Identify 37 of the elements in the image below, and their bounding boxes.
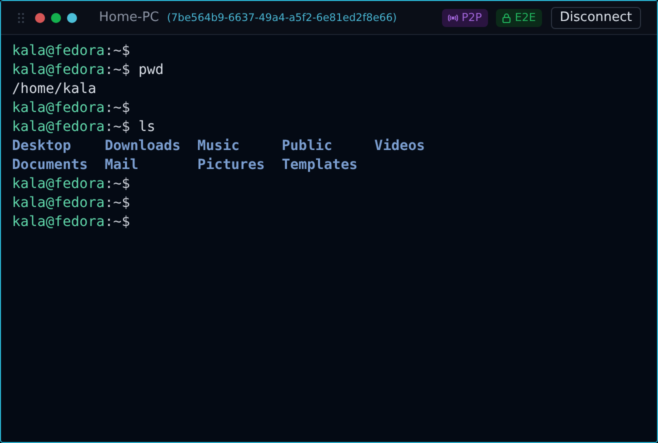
prompt-path: :~$ — [104, 42, 130, 61]
directory-name: Videos — [374, 137, 426, 156]
badge-label: E2E — [514, 11, 536, 24]
prompt-path: :~$ — [104, 118, 130, 137]
prompt-path: :~$ — [104, 194, 130, 213]
directory-name: Public — [282, 137, 334, 156]
prompt-user-host: kala@fedora — [12, 175, 105, 194]
prompt-user-host: kala@fedora — [12, 61, 105, 80]
directory-name: Pictures — [197, 156, 266, 175]
directory-name: Mail — [104, 156, 140, 175]
directory-name: Downloads — [104, 137, 182, 156]
prompt-path: :~$ — [104, 61, 130, 80]
window-title: Home-PC — [99, 10, 159, 25]
close-dot-icon[interactable] — [35, 12, 45, 22]
command-text: ls — [138, 118, 156, 137]
minimize-dot-icon[interactable] — [67, 12, 77, 22]
lock-icon — [502, 12, 511, 22]
directory-name: Documents — [12, 156, 89, 175]
drag-handle-icon[interactable] — [18, 12, 24, 22]
directory-name: Templates — [282, 156, 359, 175]
prompt-user-host: kala@fedora — [12, 194, 105, 213]
command-text: pwd — [138, 61, 164, 80]
directory-name: Desktop — [12, 137, 72, 156]
prompt-user-host: kala@fedora — [12, 42, 105, 61]
disconnect-button[interactable]: Disconnect — [550, 6, 641, 28]
signal-waves-icon — [448, 14, 458, 22]
badge-label: P2P — [462, 11, 482, 24]
prompt-path: :~$ — [104, 175, 130, 194]
maximize-dot-icon[interactable] — [51, 12, 61, 22]
output-text: /home/kala — [12, 80, 96, 99]
prompt-user-host: kala@fedora — [12, 118, 105, 137]
prompt-user-host: kala@fedora — [12, 213, 105, 232]
prompt-user-host: kala@fedora — [12, 99, 105, 118]
session-id: (7be564b9-6637-49a4-a5f2-6e81ed2f8e66) — [167, 12, 397, 24]
prompt-path: :~$ — [104, 99, 130, 118]
prompt-path: :~$ — [104, 213, 130, 232]
directory-name: Music — [197, 137, 241, 156]
